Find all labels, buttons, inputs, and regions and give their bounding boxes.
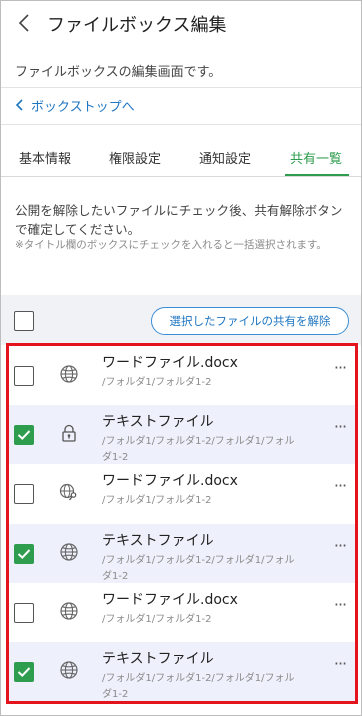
file-checkbox[interactable] — [14, 543, 34, 564]
file-name: ワードファイル.docx — [102, 355, 238, 371]
file-name: テキストファイル — [102, 414, 214, 431]
tab-bar: 基本情報 権限設定 通知設定 共有一覧 — [1, 141, 361, 177]
checkmark-icon — [17, 548, 31, 559]
page-description: ファイルボックスの編集画面です。 — [15, 65, 222, 80]
tab-bar-baseline — [1, 176, 361, 177]
header: ファイルボックス編集 — [1, 1, 361, 47]
file-row[interactable]: ワードファイル.docx/フォルダ1/フォルダ1-2 ··· — [9, 464, 355, 523]
chevron-left-icon — [15, 99, 23, 111]
list-toolbar: 選択したファイルの共有を解除 — [1, 295, 361, 345]
file-checkbox[interactable] — [14, 484, 34, 505]
more-options-icon[interactable]: ··· — [329, 595, 351, 615]
file-row[interactable]: テキストファイル/フォルダ1/フォルダ1-2/フォルダ1/フォルダ1-2 ··· — [9, 523, 355, 583]
checkmark-icon — [17, 667, 31, 678]
more-options-icon[interactable]: ··· — [329, 358, 351, 378]
instruction-text: 公開を解除したいファイルにチェック後、共有解除ボタンで確定してください。 — [15, 203, 343, 237]
lock-icon — [59, 423, 79, 443]
active-tab-indicator — [285, 174, 349, 176]
file-path: /フォルダ1/フォルダ1-2/フォルダ1/フォルダ1-2 — [102, 554, 295, 582]
globe-icon — [59, 542, 79, 562]
globe-icon — [59, 660, 79, 680]
page-title: ファイルボックス編集 — [47, 15, 227, 36]
file-row[interactable]: ワードファイル.docx/フォルダ1/フォルダ1-2 ··· — [9, 346, 355, 405]
file-path: /フォルダ1/フォルダ1-2 — [102, 377, 212, 388]
divider — [1, 87, 361, 88]
globe-icon — [59, 601, 79, 621]
file-name: ワードファイル.docx — [102, 591, 238, 608]
tab-share-list[interactable]: 共有一覧 — [290, 148, 342, 167]
more-options-icon[interactable]: ··· — [329, 476, 351, 496]
globe-key-icon — [59, 482, 79, 502]
file-row[interactable]: テキストファイル/フォルダ1/フォルダ1-2/フォルダ1/フォルダ1-2 ··· — [9, 405, 355, 465]
shared-file-list: ワードファイル.docx/フォルダ1/フォルダ1-2 ··· テキストファイル/フォ… — [6, 343, 358, 704]
file-path: /フォルダ1/フォルダ1-2 — [102, 495, 212, 507]
file-checkbox[interactable] — [14, 662, 34, 682]
file-checkbox[interactable] — [14, 366, 34, 386]
file-row[interactable]: テキストファイル/フォルダ1/フォルダ1-2/フォルダ1/フォルダ1-2 ··· — [9, 642, 355, 701]
file-checkbox[interactable] — [14, 602, 34, 623]
more-options-icon[interactable]: ··· — [329, 536, 351, 556]
more-options-icon[interactable]: ··· — [329, 417, 351, 437]
file-path: /フォルダ1/フォルダ1-2/フォルダ1/フォルダ1-2 — [102, 673, 295, 700]
note-text: ※タイトル欄のボックスにチェックを入れると一括選択されます。 — [15, 239, 327, 251]
divider — [1, 124, 361, 125]
file-checkbox[interactable] — [14, 425, 34, 446]
checkmark-icon — [17, 430, 31, 441]
select-all-checkbox[interactable] — [14, 311, 34, 331]
more-options-icon[interactable]: ··· — [329, 654, 351, 674]
breadcrumb-label: ボックストップへ — [31, 99, 135, 115]
globe-icon — [59, 364, 79, 384]
app-frame: ファイルボックス編集 ファイルボックスの編集画面です。 ボックストップへ 基本情… — [0, 0, 362, 716]
file-name: テキストファイル — [102, 651, 214, 667]
file-name: ワードファイル.docx — [102, 473, 238, 490]
breadcrumb-back-link[interactable]: ボックストップへ — [15, 94, 135, 116]
tab-permissions[interactable]: 権限設定 — [109, 148, 161, 167]
tab-basic-info[interactable]: 基本情報 — [19, 148, 71, 167]
unshare-selected-button[interactable]: 選択したファイルの共有を解除 — [151, 307, 349, 335]
file-name: テキストファイル — [102, 532, 214, 549]
file-path: /フォルダ1/フォルダ1-2/フォルダ1/フォルダ1-2 — [102, 436, 295, 464]
file-path: /フォルダ1/フォルダ1-2 — [102, 613, 212, 625]
tab-notifications[interactable]: 通知設定 — [199, 148, 251, 167]
file-row[interactable]: ワードファイル.docx/フォルダ1/フォルダ1-2 ··· — [9, 583, 355, 642]
back-icon[interactable] — [15, 11, 35, 35]
